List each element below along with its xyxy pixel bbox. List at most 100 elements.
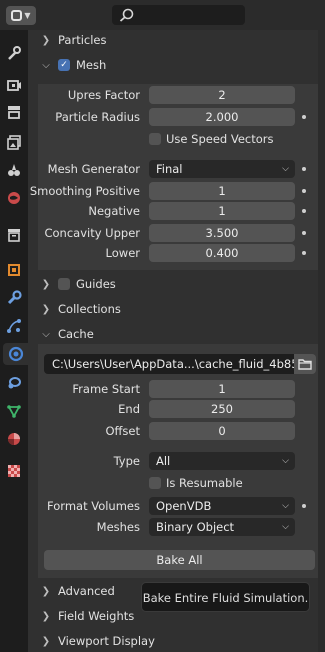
particle-radius-field[interactable]: 2.000	[149, 108, 295, 126]
output-icon	[8, 106, 20, 119]
guides-enable-checkbox[interactable]	[58, 278, 70, 290]
type-label: Type	[113, 454, 140, 468]
tab-world[interactable]	[3, 187, 25, 209]
meshes-format-dropdown[interactable]: Binary Object ⌵	[149, 518, 295, 536]
panel-header-viewport-display[interactable]: ❯ Viewport Display	[40, 630, 155, 652]
chevron-down-icon: ▼	[24, 11, 31, 20]
meshes-label: Meshes	[96, 520, 140, 534]
folder-icon	[298, 359, 312, 370]
chevron-down-icon: ⌵	[282, 164, 289, 174]
upres-factor-field[interactable]: 2	[149, 86, 295, 104]
chevron-right-icon: ❯	[41, 303, 51, 315]
panel-header-field-weights[interactable]: ❯ Field Weights	[40, 605, 134, 627]
checkbox-box	[149, 133, 161, 145]
checkbox-label: Is Resumable	[166, 476, 243, 490]
tab-object[interactable]	[3, 259, 25, 281]
checkbox-box	[149, 477, 161, 489]
panel-header-cache[interactable]: ⌵ Cache	[40, 323, 94, 345]
use-speed-vectors-checkbox[interactable]: Use Speed Vectors	[149, 131, 273, 147]
mesh-data-icon	[7, 405, 21, 418]
dropdown-value: All	[156, 454, 171, 468]
concavity-lower-field[interactable]: 0.400	[149, 244, 295, 262]
tool-icon	[8, 46, 21, 60]
mesh-enable-checkbox[interactable]: ✓	[58, 59, 70, 71]
tab-particles[interactable]	[3, 315, 25, 337]
panel-header-guides[interactable]: ❯ Guides	[40, 273, 116, 295]
mesh-generator-label: Mesh Generator	[47, 162, 140, 176]
tab-collection[interactable]	[3, 224, 25, 246]
panel-title: Viewport Display	[58, 634, 155, 648]
tab-data[interactable]	[3, 400, 25, 422]
tab-scene[interactable]	[3, 159, 25, 181]
chevron-right-icon: ❯	[41, 585, 51, 597]
tab-tool[interactable]	[3, 42, 25, 64]
scrollbar[interactable]	[318, 30, 325, 652]
checkbox-label: Use Speed Vectors	[166, 132, 274, 146]
material-icon	[8, 433, 20, 445]
collection-icon	[8, 229, 20, 242]
concavity-upper-field[interactable]: 3.500	[149, 224, 295, 242]
tab-material[interactable]	[3, 428, 25, 450]
tab-render[interactable]	[3, 74, 25, 96]
mesh-generator-dropdown[interactable]: Final ⌵	[149, 160, 295, 178]
smoothing-positive-label: Smoothing Positive	[29, 184, 140, 198]
chevron-down-icon: ⌵	[282, 501, 289, 511]
cache-type-dropdown[interactable]: All ⌵	[149, 452, 295, 470]
offset-label: Offset	[105, 424, 140, 438]
lower-label: Lower	[105, 246, 140, 260]
browse-folder-button[interactable]	[294, 354, 316, 374]
cache-directory-field[interactable]: C:\Users\User\AppData...\cache_fluid_4b8…	[44, 354, 294, 374]
particles-icon	[7, 319, 21, 333]
world-icon	[8, 192, 20, 204]
animate-property-dot[interactable]	[302, 209, 306, 213]
texture-icon	[8, 465, 20, 477]
smoothing-negative-field[interactable]: 1	[149, 202, 295, 220]
panel-header-particles[interactable]: ❯ Particles	[40, 29, 107, 51]
search-icon	[119, 8, 134, 22]
tab-view-layer[interactable]	[3, 131, 25, 153]
chevron-down-icon: ⌵	[282, 522, 289, 532]
tab-physics[interactable]	[3, 343, 28, 365]
format-volumes-label: Format Volumes	[47, 499, 140, 513]
chevron-right-icon: ❯	[41, 635, 51, 647]
dropdown-value: Final	[156, 162, 183, 176]
panel-title: Cache	[58, 327, 94, 341]
search-input[interactable]	[112, 5, 245, 25]
frame-start-label: Frame Start	[72, 382, 140, 396]
animate-property-dot[interactable]	[302, 115, 306, 119]
tab-output[interactable]	[3, 101, 25, 123]
tab-constraints[interactable]	[3, 372, 25, 394]
concavity-upper-label: Concavity Upper	[44, 226, 140, 240]
header-bar: ▼	[0, 0, 325, 30]
view-layer-icon	[7, 135, 21, 150]
chevron-right-icon: ❯	[41, 34, 51, 46]
animate-property-dot[interactable]	[302, 167, 306, 171]
animate-property-dot[interactable]	[302, 231, 306, 235]
panel-title: Guides	[76, 277, 116, 291]
dropdown-value: OpenVDB	[156, 499, 212, 513]
panel-title: Collections	[58, 302, 121, 316]
tab-modifiers[interactable]	[3, 287, 25, 309]
negative-label: Negative	[88, 204, 140, 218]
chevron-right-icon: ❯	[41, 610, 51, 622]
dropdown-value: Binary Object	[156, 520, 235, 534]
chevron-down-icon: ⌵	[282, 456, 289, 466]
bake-all-button[interactable]: Bake All	[44, 550, 315, 570]
panel-header-mesh[interactable]: ⌵ ✓ Mesh	[40, 54, 106, 76]
format-volumes-dropdown[interactable]: OpenVDB ⌵	[149, 497, 295, 515]
editor-type-button[interactable]: ▼	[6, 6, 36, 25]
scene-icon	[8, 164, 20, 176]
tab-texture[interactable]	[3, 460, 25, 482]
animate-property-dot[interactable]	[302, 504, 306, 508]
panel-title: Particles	[58, 33, 107, 47]
animate-property-dot[interactable]	[302, 189, 306, 193]
frame-start-field[interactable]: 1	[149, 380, 295, 398]
bake-tooltip: Bake Entire Fluid Simulation.	[141, 582, 310, 612]
smoothing-positive-field[interactable]: 1	[149, 182, 295, 200]
frame-offset-field[interactable]: 0	[149, 422, 295, 440]
panel-header-collections[interactable]: ❯ Collections	[40, 298, 121, 320]
panel-header-advanced[interactable]: ❯ Advanced	[40, 580, 115, 602]
animate-property-dot[interactable]	[302, 251, 306, 255]
is-resumable-checkbox[interactable]: Is Resumable	[149, 475, 243, 491]
frame-end-field[interactable]: 250	[149, 400, 295, 418]
